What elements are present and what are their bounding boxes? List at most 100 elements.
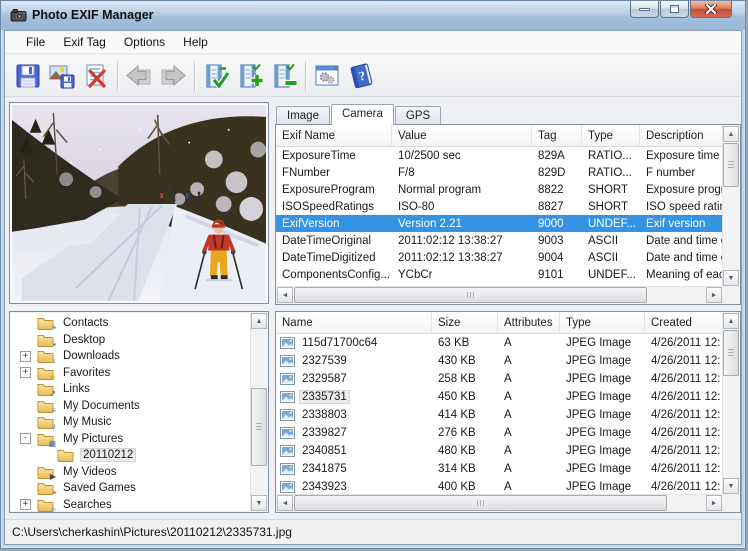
file-row[interactable]: 2327539 430 KB A JPEG Image 4/26/2011 12…: [276, 352, 723, 370]
tree-expander[interactable]: +: [20, 351, 31, 362]
add-tag-icon: [236, 62, 264, 90]
tree-expander[interactable]: -: [20, 433, 31, 444]
exif-row[interactable]: ExifVersionVersion 2.21 9000UNDEF... Exi…: [276, 215, 723, 232]
tree-item[interactable]: ▪ Desktop: [10, 332, 250, 349]
column-header-attributes[interactable]: Attributes: [498, 312, 560, 333]
file-rows: 115d71700c64 63 KB A JPEG Image 4/26/201…: [276, 334, 740, 496]
file-row[interactable]: 2339827 276 KB A JPEG Image 4/26/2011 12…: [276, 424, 723, 442]
exif-vertical-scrollbar[interactable]: ▲ ▼: [722, 126, 739, 286]
exif-table-header: Exif Name Value Tag Type Description: [276, 125, 723, 147]
status-path: C:\Users\cherkashin\Pictures\20110212\23…: [12, 525, 292, 539]
image-file-icon: [280, 481, 295, 493]
scroll-right-icon[interactable]: ►: [706, 495, 722, 511]
column-header-tag[interactable]: Tag: [532, 125, 582, 146]
exif-row[interactable]: DateTimeDigitized2011:02:12 13:38:27 900…: [276, 249, 723, 266]
tree-item[interactable]: ▪ Saved Games: [10, 480, 250, 497]
folder-overlay-icon: ▦: [48, 440, 56, 448]
scrollbar-thumb[interactable]: [723, 143, 739, 187]
column-header-description[interactable]: Description: [640, 125, 723, 146]
exif-row[interactable]: DateTimeOriginal2011:02:12 13:38:27 9003…: [276, 232, 723, 249]
exif-tab[interactable]: GPS: [395, 106, 441, 125]
scroll-down-icon[interactable]: ▼: [723, 478, 739, 494]
exif-row[interactable]: ExposureTime10/2500 sec 829ARATIO... Exp…: [276, 147, 723, 164]
scroll-left-icon[interactable]: ◄: [277, 495, 293, 511]
delete-tags-button[interactable]: [79, 59, 113, 93]
column-header-name[interactable]: Name: [276, 312, 432, 333]
tree-item[interactable]: - ▦ My Pi: [10, 431, 250, 448]
scroll-up-icon[interactable]: ▲: [251, 313, 267, 329]
title-bar[interactable]: Photo EXIF Manager: [1, 1, 745, 30]
scroll-up-icon[interactable]: ▲: [723, 313, 739, 329]
remove-tag-button[interactable]: [267, 59, 301, 93]
menu-item[interactable]: Options: [115, 32, 174, 52]
tree-item[interactable]: + ↓ Downl: [10, 348, 250, 365]
tree-vertical-scrollbar[interactable]: ▲ ▼: [250, 313, 267, 511]
tree-item[interactable]: 20110212: [10, 447, 250, 464]
tree-item[interactable]: ↗ Links: [10, 381, 250, 398]
camera-app-icon: [10, 7, 28, 23]
files-vertical-scrollbar[interactable]: ▲ ▼: [722, 313, 739, 494]
options-button[interactable]: [310, 59, 344, 93]
scrollbar-thumb[interactable]: [723, 330, 739, 376]
menu-item[interactable]: Exif Tag: [54, 32, 114, 52]
minimize-button[interactable]: [630, 1, 659, 18]
scrollbar-thumb[interactable]: [294, 495, 667, 511]
scroll-left-icon[interactable]: ◄: [277, 287, 293, 303]
save-image-button[interactable]: [45, 59, 79, 93]
column-header-created[interactable]: Created: [645, 312, 723, 333]
files-horizontal-scrollbar[interactable]: ◄ ►: [277, 494, 722, 511]
tree-item[interactable]: ▪ Contacts: [10, 315, 250, 332]
verify-tags-button[interactable]: [199, 59, 233, 93]
scroll-down-icon[interactable]: ▼: [251, 495, 267, 511]
folder-overlay-icon: ★: [49, 374, 56, 382]
file-row[interactable]: 2340851 480 KB A JPEG Image 4/26/2011 12…: [276, 442, 723, 460]
exif-row[interactable]: ExposureProgramNormal program 8822SHORT …: [276, 181, 723, 198]
tree-item[interactable]: ≡ My Documents: [10, 398, 250, 415]
next-image-button[interactable]: [156, 59, 190, 93]
close-button[interactable]: [690, 1, 732, 18]
exif-row[interactable]: ComponentsConfig...YCbCr 9101UNDEF... Me…: [276, 266, 723, 283]
maximize-button[interactable]: [660, 1, 689, 18]
exif-horizontal-scrollbar[interactable]: ◄ ►: [277, 286, 722, 303]
image-file-icon: [280, 445, 295, 457]
file-name: 2339827: [299, 426, 350, 440]
exif-row[interactable]: ISOSpeedRatingsISO-80 8827SHORT ISO spee…: [276, 198, 723, 215]
file-row[interactable]: 115d71700c64 63 KB A JPEG Image 4/26/201…: [276, 334, 723, 352]
tree-expander[interactable]: +: [20, 499, 31, 510]
tree-item[interactable]: + ★ Favor: [10, 365, 250, 382]
scrollbar-thumb[interactable]: [294, 287, 647, 303]
folder-overlay-icon: ↗: [49, 390, 56, 398]
tree-item[interactable]: ▶ My Videos: [10, 464, 250, 481]
scrollbar-corner: [722, 494, 739, 511]
tree-item[interactable]: ♪ My Music: [10, 414, 250, 431]
save-button[interactable]: [11, 59, 45, 93]
menu-item[interactable]: File: [17, 32, 54, 52]
scrollbar-thumb[interactable]: [251, 388, 267, 466]
tree-item[interactable]: + ○ Searc: [10, 497, 250, 514]
file-row[interactable]: 2341875 314 KB A JPEG Image 4/26/2011 12…: [276, 460, 723, 478]
column-header-type[interactable]: Type: [560, 312, 645, 333]
file-row[interactable]: 2335731 450 KB A JPEG Image 4/26/2011 12…: [276, 388, 723, 406]
toolbar-separator: [117, 61, 118, 91]
tree-item-label: Favorites: [60, 366, 113, 380]
exif-tab[interactable]: Camera: [331, 104, 394, 125]
add-tag-button[interactable]: [233, 59, 267, 93]
previous-image-button[interactable]: [122, 59, 156, 93]
column-header-value[interactable]: Value: [392, 125, 532, 146]
scroll-up-icon[interactable]: ▲: [723, 126, 739, 142]
tree-expander[interactable]: +: [20, 367, 31, 378]
file-row[interactable]: 2329587 258 KB A JPEG Image 4/26/2011 12…: [276, 370, 723, 388]
tree-item-label: My Music: [60, 415, 115, 429]
column-header-size[interactable]: Size: [432, 312, 498, 333]
menu-item[interactable]: Help: [174, 32, 217, 52]
file-row[interactable]: 2338803 414 KB A JPEG Image 4/26/2011 12…: [276, 406, 723, 424]
tree-item-label: Links: [60, 382, 93, 396]
scroll-right-icon[interactable]: ►: [706, 287, 722, 303]
column-header-exif-name[interactable]: Exif Name: [276, 125, 392, 146]
scroll-down-icon[interactable]: ▼: [723, 270, 739, 286]
exif-tab[interactable]: Image: [276, 106, 330, 125]
column-header-type[interactable]: Type: [582, 125, 640, 146]
delete-tags-icon: [82, 62, 110, 90]
help-button[interactable]: ?: [344, 59, 378, 93]
exif-row[interactable]: FNumberF/8 829DRATIO... F number: [276, 164, 723, 181]
